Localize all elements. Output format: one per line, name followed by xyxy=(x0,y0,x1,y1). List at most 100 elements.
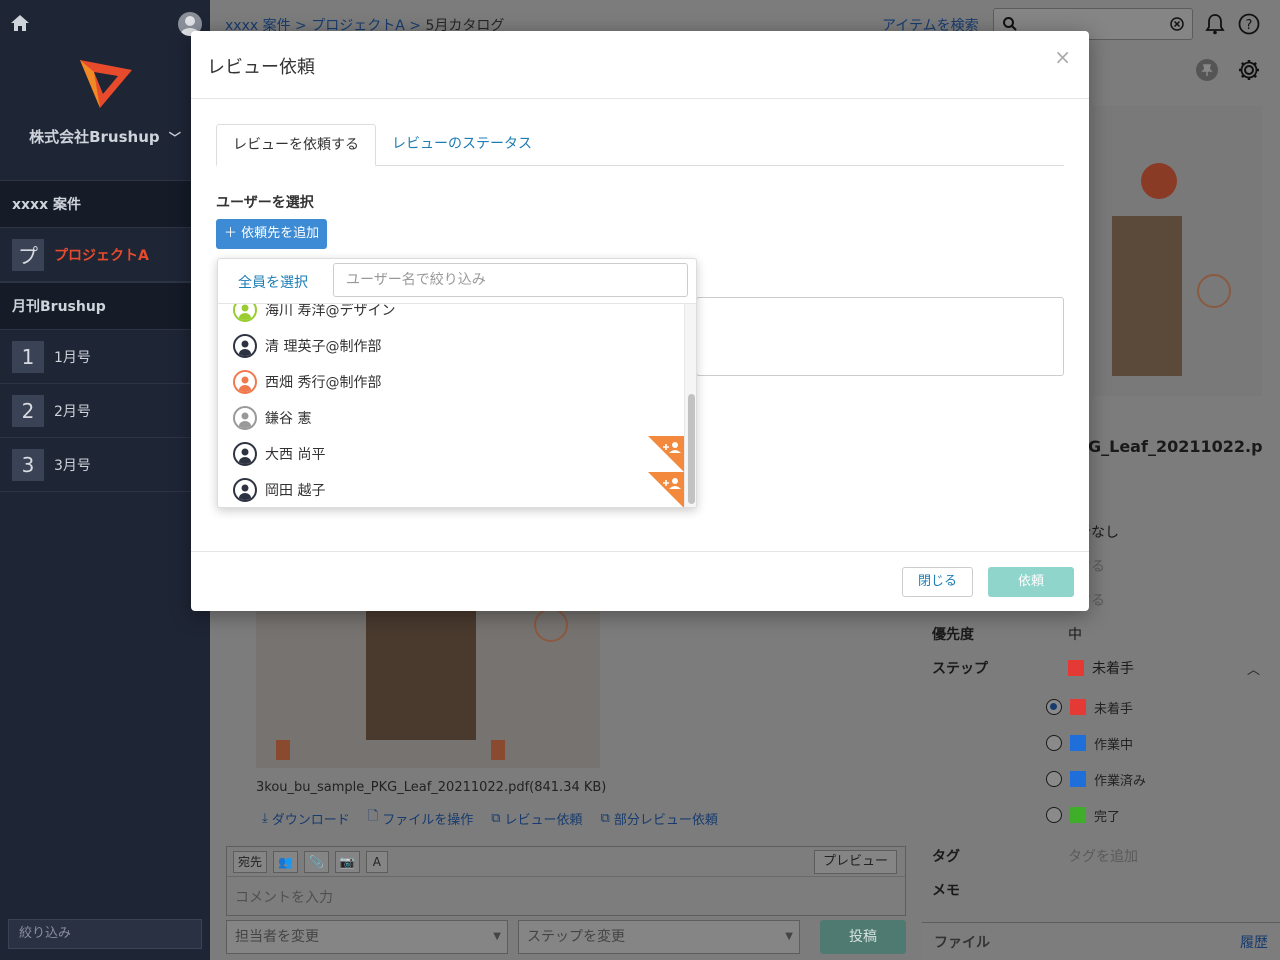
step-color-swatch xyxy=(1070,807,1086,823)
preview-thumbnail-side[interactable] xyxy=(1092,106,1262,396)
sidebar-section-title[interactable]: xxxx 案件 xyxy=(0,180,210,228)
history-link[interactable]: 履歴 xyxy=(1240,932,1268,952)
radio-icon[interactable] xyxy=(1046,771,1062,787)
preview-button[interactable]: プレビュー xyxy=(813,849,897,874)
sidebar-item-label: プロジェクトA xyxy=(54,247,149,264)
caret-down-icon: ▼ xyxy=(493,931,501,942)
close-button[interactable]: 閉じる xyxy=(902,567,973,597)
download-button[interactable]: ⤓ ダウンロード xyxy=(262,807,350,829)
sidebar-item-label: 3月号 xyxy=(54,457,91,474)
user-list-item[interactable]: 岡田 越子 xyxy=(218,472,684,507)
scrollbar-thumb[interactable] xyxy=(688,394,695,504)
brushup-logo-icon xyxy=(80,60,132,108)
file-operation-button[interactable]: 🗋 ファイルを操作 xyxy=(368,807,473,829)
user-avatar-icon xyxy=(233,478,257,502)
priority-label: 優先度 xyxy=(932,627,974,643)
gear-icon[interactable] xyxy=(1237,58,1261,82)
add-recipient-label: 依頼先を追加 xyxy=(241,226,320,241)
post-button[interactable]: 投稿 xyxy=(820,920,906,954)
comment-input[interactable]: コメントを入力 xyxy=(227,877,905,917)
user-list-item[interactable]: 清 理英子@制作部 xyxy=(218,328,684,364)
user-list-item[interactable]: 西畑 秀行@制作部 xyxy=(218,364,684,400)
add-user-flag-icon xyxy=(648,472,684,507)
comment-box: 宛先 👥 📎 📷 A プレビュー コメントを入力 xyxy=(226,846,906,916)
sidebar-item-jan[interactable]: 1 1月号 xyxy=(0,330,210,384)
tag-input[interactable]: タグを追加 xyxy=(1068,846,1138,866)
project-badge: プ xyxy=(12,238,44,271)
sidebar-item-project-a[interactable]: プ プロジェクトA xyxy=(0,228,210,282)
assignee-select[interactable]: 担当者を変更 ▼ xyxy=(226,920,508,954)
user-select-dropdown: 全員を選択 ユーザー名で絞り込み 海川 寿洋@デザイン 清 理英子@制作部 西畑… xyxy=(217,258,697,508)
add-recipient-button[interactable]: ＋ 依頼先を追加 xyxy=(216,219,328,249)
issue-badge: 2 xyxy=(12,394,44,427)
step-color-swatch xyxy=(1070,699,1086,715)
company-switcher[interactable]: 株式会社Brushup ﹀ xyxy=(0,126,210,147)
user-list-item[interactable]: 鎌谷 憲 xyxy=(218,400,684,436)
select-all-link[interactable]: 全員を選択 xyxy=(238,272,308,292)
chevron-down-icon: ﹀ xyxy=(168,131,181,145)
step-select[interactable]: ステップを変更 ▼ xyxy=(518,920,800,954)
file-actions: ⤓ ダウンロード 🗋 ファイルを操作 ⧉ レビュー依頼 ⧉ 部分レビュー依頼 xyxy=(262,807,718,829)
modal-tabs: レビューを依頼する レビューのステータス xyxy=(216,124,1064,166)
issue-badge: 3 xyxy=(12,448,44,481)
select-user-label: ユーザーを選択 xyxy=(216,195,314,211)
bell-icon[interactable] xyxy=(1203,12,1227,36)
step-option[interactable]: 作業済み xyxy=(928,761,1280,797)
user-list-item[interactable]: 海川 寿洋@デザイン xyxy=(218,304,684,328)
radio-icon[interactable] xyxy=(1046,699,1062,715)
package-image xyxy=(256,600,600,768)
chevron-up-icon[interactable]: ︿ xyxy=(1247,659,1260,678)
attach-icon[interactable]: 📎 xyxy=(303,850,329,873)
sidebar-item-label: 1月号 xyxy=(54,349,91,366)
sidebar-filter-input[interactable]: 絞り込み xyxy=(8,919,202,949)
sidebar-item-mar[interactable]: 3 3月号 xyxy=(0,438,210,492)
users-icon[interactable]: 👥 xyxy=(273,850,298,873)
radio-icon[interactable] xyxy=(1046,735,1062,751)
step-select-label: ステップを変更 xyxy=(527,929,625,945)
tab-request-review[interactable]: レビューを依頼する xyxy=(216,124,376,166)
review-request-button[interactable]: ⧉ レビュー依頼 xyxy=(491,807,582,829)
step-option[interactable]: 未着手 xyxy=(928,689,1280,725)
review-request-label: レビュー依頼 xyxy=(504,812,583,828)
help-icon[interactable]: ? xyxy=(1237,12,1261,36)
step-color-swatch xyxy=(1070,735,1086,751)
step-option[interactable]: 作業中 xyxy=(928,725,1280,761)
step-option-label: 作業済み xyxy=(1094,773,1147,789)
user-name: 海川 寿洋@デザイン xyxy=(265,304,396,319)
external-link-icon: ⧉ xyxy=(491,810,501,826)
user-name: 岡田 越子 xyxy=(265,483,326,499)
camera-icon[interactable]: 📷 xyxy=(334,850,360,873)
user-name: 西畑 秀行@制作部 xyxy=(265,375,382,391)
font-button[interactable]: A xyxy=(365,850,388,873)
user-list-scrollbar[interactable] xyxy=(684,304,696,507)
close-icon[interactable]: × xyxy=(1054,45,1071,69)
step-option-label: 完了 xyxy=(1094,809,1121,825)
radio-icon[interactable] xyxy=(1046,807,1062,823)
step-color-swatch xyxy=(1070,771,1086,787)
sidebar-item-feb[interactable]: 2 2月号 xyxy=(0,384,210,438)
clear-icon[interactable] xyxy=(1170,17,1184,31)
mention-button[interactable]: 宛先 xyxy=(233,850,268,873)
user-name: 清 理英子@制作部 xyxy=(265,339,382,355)
user-filter-input[interactable]: ユーザー名で絞り込み xyxy=(333,263,688,297)
tab-review-status[interactable]: レビューのステータス xyxy=(376,124,548,166)
priority-value[interactable]: 中 xyxy=(1068,624,1082,644)
external-link-icon: ⧉ xyxy=(600,810,610,826)
step-option[interactable]: 完了 xyxy=(928,797,1280,833)
pin-icon[interactable] xyxy=(1195,58,1219,82)
request-button[interactable]: 依頼 xyxy=(988,567,1074,597)
file-section-footer: ファイル 履歴 xyxy=(922,922,1280,960)
sidebar-item-label: 2月号 xyxy=(54,403,91,420)
preview-thumbnail[interactable] xyxy=(256,600,600,768)
user-avatar-icon xyxy=(233,370,257,394)
file-size: (841.34 KB) xyxy=(529,780,607,795)
message-textarea[interactable] xyxy=(696,297,1064,376)
user-list-item[interactable]: 大西 尚平 xyxy=(218,436,684,472)
home-icon[interactable] xyxy=(10,13,30,33)
step-value[interactable]: 未着手 xyxy=(1092,658,1134,678)
sidebar: 株式会社Brushup ﹀ xxxx 案件 プ プロジェクトA 月刊Brushu… xyxy=(0,0,210,960)
partial-review-request-button[interactable]: ⧉ 部分レビュー依頼 xyxy=(601,807,718,829)
file-info: 3kou_bu_sample_PKG_Leaf_20211022.pdf(841… xyxy=(256,780,606,795)
sidebar-section-title[interactable]: 月刊Brushup xyxy=(0,282,210,330)
svg-text:?: ? xyxy=(1246,18,1253,33)
